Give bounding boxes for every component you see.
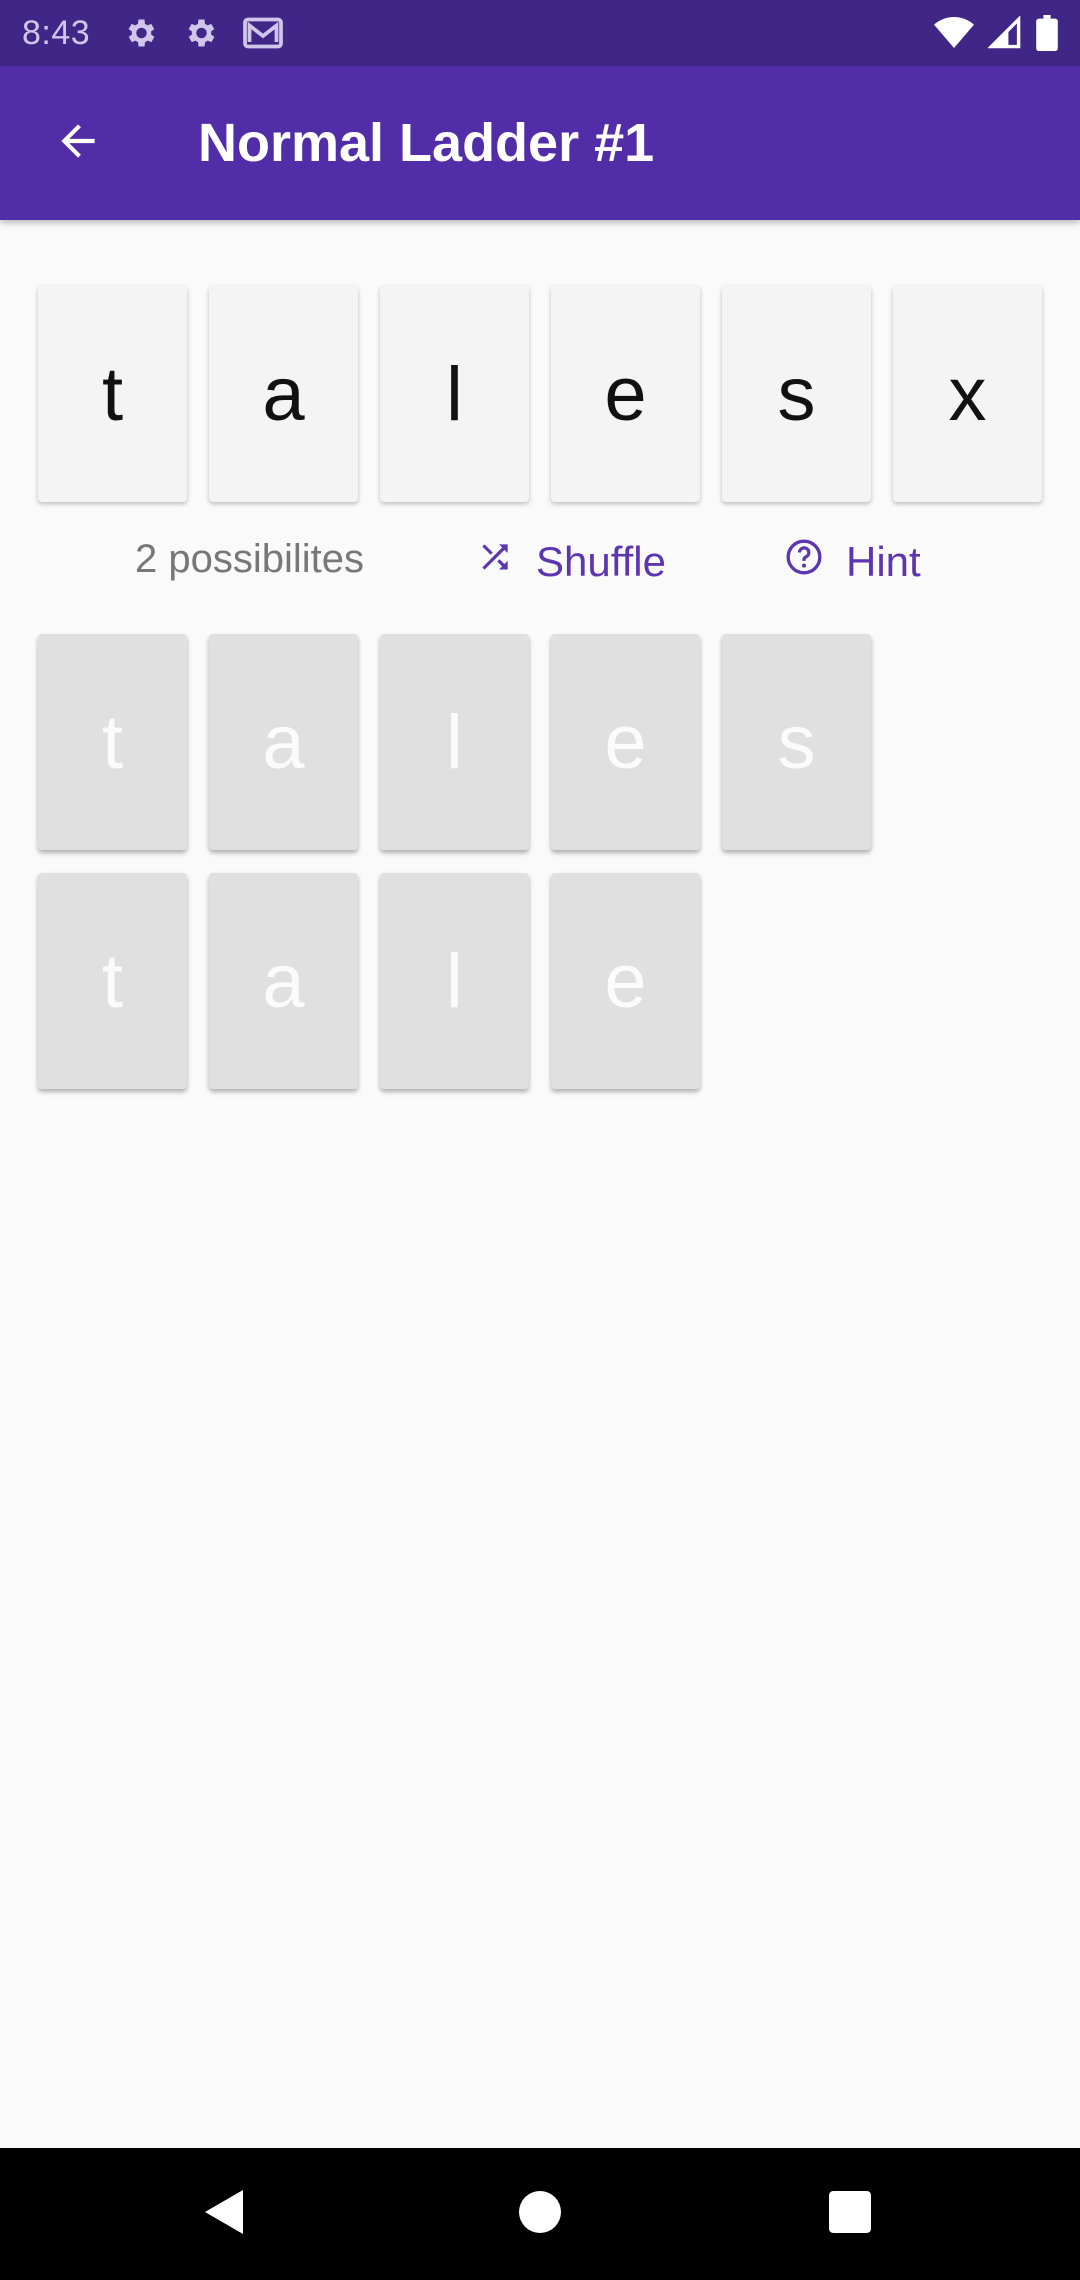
answer-tile[interactable]: a (209, 873, 358, 1089)
nav-back-icon (203, 2188, 247, 2241)
nav-home-button[interactable] (480, 2148, 600, 2280)
possibilities-count: 2 possibilites (135, 537, 365, 581)
system-icons (934, 15, 1058, 51)
letter-tile[interactable]: t (38, 286, 187, 502)
settings-icon (122, 15, 158, 51)
shuffle-label: Shuffle (536, 538, 666, 585)
answer-tile[interactable]: a (209, 634, 358, 850)
app-screen: 8:43 Normal Ladder #1 t a l e s x 2 poss… (0, 0, 1080, 2280)
notification-icons (122, 15, 284, 51)
settings-icon (182, 15, 218, 51)
letter-tile[interactable]: x (893, 286, 1042, 502)
answer-tile[interactable]: t (38, 634, 187, 850)
letter-tile[interactable]: l (380, 286, 529, 502)
answer-row: t a l e s (38, 634, 871, 850)
app-bar: Normal Ladder #1 (0, 66, 1080, 220)
letter-tile[interactable]: a (209, 286, 358, 502)
gmail-icon (242, 15, 284, 51)
help-circle-icon (784, 537, 824, 587)
status-bar: 8:43 (0, 0, 1080, 66)
signal-icon (988, 16, 1022, 50)
answer-tile[interactable]: e (551, 873, 700, 1089)
letter-tiles: t a l e s x (38, 286, 1042, 502)
hint-button[interactable]: Hint (784, 527, 921, 597)
hint-label: Hint (846, 538, 921, 585)
answer-tile[interactable]: t (38, 873, 187, 1089)
letter-tile[interactable]: e (551, 286, 700, 502)
navigation-bar (0, 2148, 1080, 2280)
answer-tile[interactable]: l (380, 873, 529, 1089)
shuffle-button[interactable]: Shuffle (476, 527, 666, 597)
battery-icon (1036, 15, 1058, 51)
nav-recents-icon (829, 2190, 871, 2238)
answer-tile[interactable]: e (551, 634, 700, 850)
answer-row: t a l e (38, 873, 700, 1089)
arrow-back-icon (53, 116, 103, 171)
back-button[interactable] (38, 103, 118, 183)
answer-tile[interactable]: s (722, 634, 871, 850)
page-title: Normal Ladder #1 (198, 113, 655, 173)
nav-home-icon (519, 2190, 561, 2238)
status-time: 8:43 (22, 13, 91, 52)
nav-back-button[interactable] (165, 2148, 285, 2280)
answer-tile[interactable]: l (380, 634, 529, 850)
wifi-icon (934, 16, 974, 50)
controls-row: 2 possibilites Shuffle Hint (0, 527, 1080, 597)
nav-recents-button[interactable] (790, 2148, 910, 2280)
letter-tile[interactable]: s (722, 286, 871, 502)
shuffle-icon (476, 538, 514, 586)
